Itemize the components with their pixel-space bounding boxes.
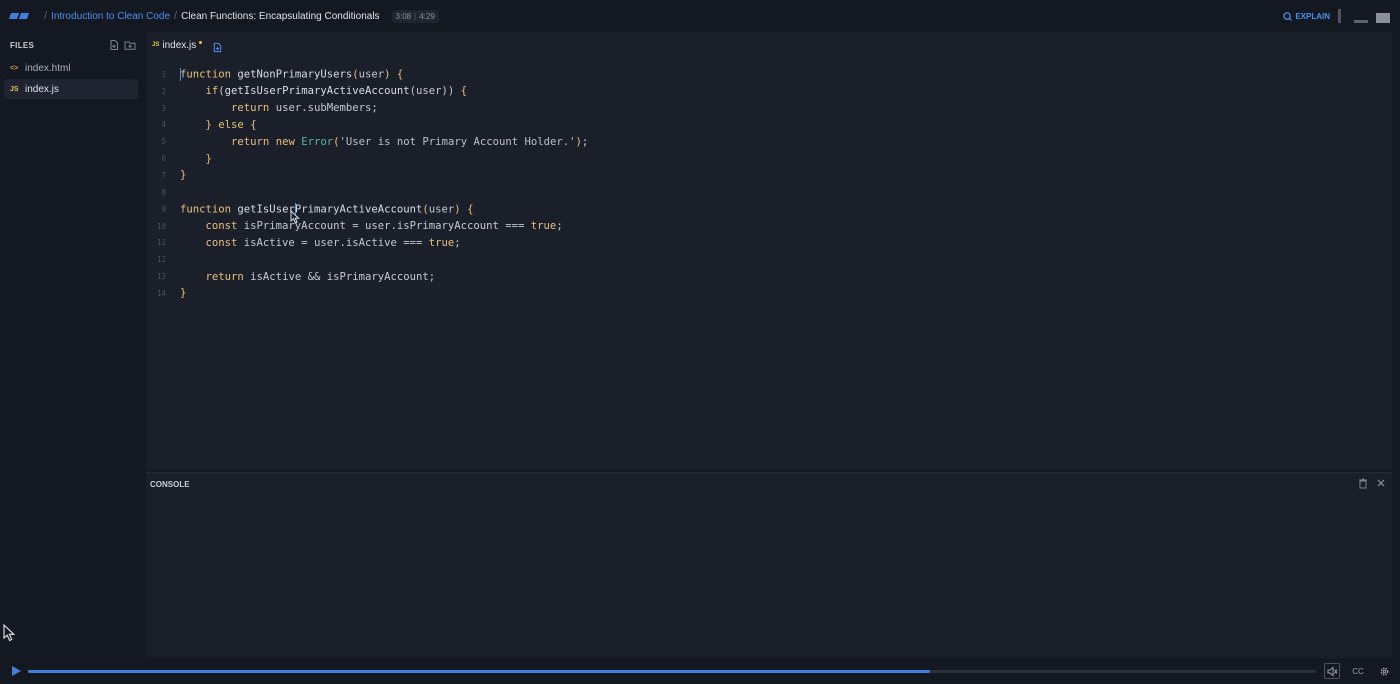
- code-line: 4 } else {: [146, 117, 1392, 134]
- line-number: 6: [161, 154, 166, 164]
- line-number: 4: [161, 120, 166, 130]
- top-right-controls: EXPLAIN: [1283, 0, 1390, 32]
- line-number: 13: [156, 272, 166, 282]
- layout-bottom-panel-button[interactable]: [1354, 9, 1368, 23]
- layout-bottom-panel-icon: [1354, 20, 1368, 23]
- settings-gear-icon[interactable]: [1376, 663, 1392, 679]
- code-line: 7}: [146, 167, 1392, 184]
- console-title: CONSOLE: [150, 479, 190, 489]
- code-text: const isActive = user.isActive === true;: [205, 236, 461, 249]
- top-bar: / Introduction to Clean Code / Clean Fun…: [0, 0, 1400, 32]
- code-line: 5 return new Error('User is not Primary …: [146, 133, 1392, 150]
- volume-icon[interactable]: [1324, 663, 1340, 679]
- line-number: 3: [161, 103, 166, 113]
- breadcrumb-separator: /: [44, 10, 48, 22]
- tab-index-js[interactable]: JS index.js: [152, 39, 203, 51]
- html-file-icon: <>: [10, 64, 19, 72]
- line-number: 11: [156, 238, 166, 248]
- line-number: 8: [161, 187, 166, 197]
- progress-fill: [28, 670, 930, 673]
- play-icon[interactable]: [10, 665, 22, 677]
- code-line: 13 return isActive && isPrimaryAccount;: [146, 268, 1392, 285]
- layout-fullscreen-button[interactable]: [1376, 9, 1390, 23]
- time-indicator: 3:08 | 4:29: [391, 9, 439, 23]
- files-actions: [108, 38, 136, 50]
- code-text: }: [180, 287, 187, 300]
- code-editor[interactable]: JS index.js 1 function getNonPrimaryUsers…: [146, 32, 1392, 470]
- file-item-index-html[interactable]: <> index.html: [4, 58, 138, 78]
- line-number: 2: [161, 86, 166, 96]
- line-number: 1: [161, 69, 166, 79]
- new-file-icon[interactable]: [108, 38, 120, 50]
- code-text: }: [180, 169, 187, 182]
- layout-sidebar-button[interactable]: [1338, 9, 1346, 23]
- time-total: 4:29: [419, 11, 435, 21]
- breadcrumb-course-link[interactable]: Introduction to Clean Code: [51, 11, 170, 22]
- file-item-index-js[interactable]: JS index.js: [4, 79, 138, 99]
- line-number: 9: [161, 204, 166, 214]
- code-text: function getNonPrimaryUsers(user) {: [180, 67, 404, 81]
- code-line: 8: [146, 184, 1392, 201]
- explain-icon: [1283, 11, 1293, 21]
- editor-tab-bar: JS index.js: [146, 32, 1392, 58]
- file-name: index.js: [25, 83, 59, 95]
- code-line: 14}: [146, 285, 1392, 302]
- code-text: }: [205, 152, 212, 165]
- mouse-pointer-icon: [290, 210, 300, 224]
- progress-bar[interactable]: [28, 670, 1316, 673]
- tab-label: index.js: [162, 39, 197, 51]
- code-text: if(getIsUserPrimaryActiveAccount(user)) …: [205, 85, 468, 98]
- close-icon[interactable]: [1376, 478, 1386, 489]
- console-actions: [1358, 478, 1386, 489]
- code-line: 3 return user.subMembers;: [146, 100, 1392, 117]
- code-text: return isActive && isPrimaryAccount;: [205, 270, 436, 283]
- code-text: function getIsUserPrimaryActiveAccount(u…: [180, 202, 474, 216]
- time-current: 3:08: [395, 11, 412, 21]
- code-line: 9 function getIsUserPrimaryActiveAccount(…: [146, 201, 1392, 218]
- code-line: 1 function getNonPrimaryUsers(user) {: [146, 66, 1392, 83]
- code-line: 12: [146, 251, 1392, 268]
- layout-fullscreen-icon: [1376, 13, 1390, 23]
- line-number: 7: [161, 170, 166, 180]
- js-file-icon: JS: [10, 85, 19, 93]
- logo-icon[interactable]: [8, 11, 30, 21]
- code-area[interactable]: 1 function getNonPrimaryUsers(user) { 2 i…: [146, 66, 1392, 302]
- code-text: } else {: [205, 118, 257, 131]
- explain-button[interactable]: EXPLAIN: [1283, 12, 1330, 21]
- new-tab-icon[interactable]: [212, 40, 223, 52]
- code-line: 11 const isActive = user.isActive === tr…: [146, 234, 1392, 251]
- js-file-icon: JS: [152, 42, 160, 48]
- mouse-pointer-icon: [3, 624, 15, 642]
- file-name: index.html: [25, 62, 71, 74]
- player-controls: CC: [1324, 663, 1392, 679]
- code-text: return new Error('User is not Primary Ac…: [231, 135, 589, 148]
- code-line: 2 if(getIsUserPrimaryActiveAccount(user)…: [146, 83, 1392, 100]
- code-text: return user.subMembers;: [231, 102, 378, 115]
- lesson-title: Clean Functions: Encapsulating Condition…: [181, 10, 380, 22]
- line-number: 14: [156, 288, 166, 298]
- explain-label: EXPLAIN: [1295, 11, 1330, 21]
- captions-button[interactable]: CC: [1350, 663, 1366, 679]
- time-divider: |: [414, 11, 417, 21]
- code-line: 6 }: [146, 150, 1392, 167]
- code-line: 10 const isPrimaryAccount = user.isPrima…: [146, 218, 1392, 235]
- unsaved-dot-icon: [199, 40, 203, 44]
- breadcrumb-separator: /: [174, 10, 178, 22]
- player-bar: CC: [0, 658, 1400, 684]
- file-sidebar: FILES <> index.html JS index.js: [0, 32, 146, 658]
- console-panel: CONSOLE: [146, 472, 1392, 658]
- line-number: 5: [161, 137, 166, 147]
- new-folder-icon[interactable]: [124, 38, 136, 50]
- line-number: 12: [156, 255, 166, 265]
- line-number: 10: [156, 221, 166, 231]
- code-text: const isPrimaryAccount = user.isPrimaryA…: [205, 220, 563, 233]
- trash-icon[interactable]: [1358, 478, 1368, 489]
